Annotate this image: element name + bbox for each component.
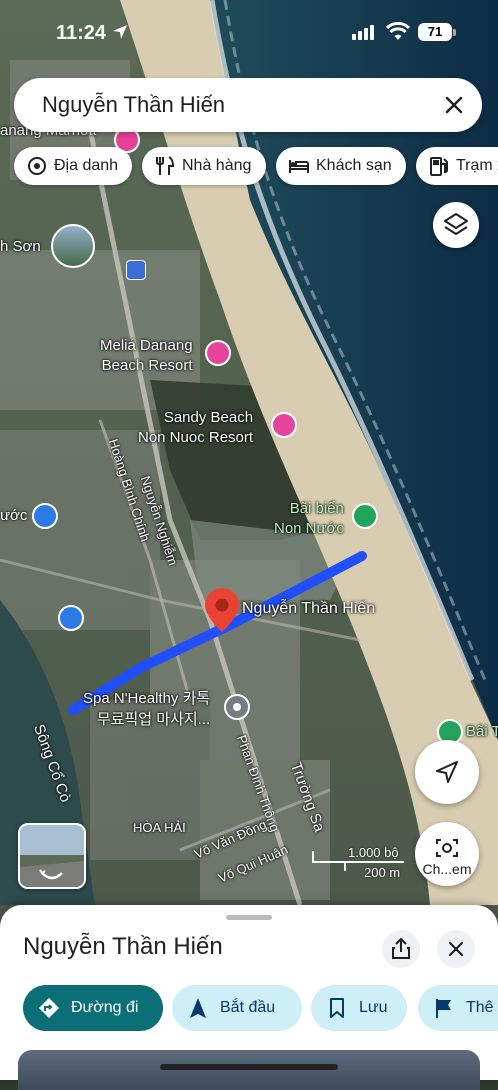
chip-label: Khách sạn (316, 157, 392, 174)
place-title: Nguyễn Thần Hiến (23, 933, 223, 960)
add-label-button[interactable]: Thê (418, 985, 498, 1031)
navigate-icon (190, 998, 206, 1018)
chip-label: Nhà hàng (182, 157, 252, 174)
flag-icon (436, 999, 451, 1018)
start-label: Bắt đầu (220, 999, 276, 1016)
start-button[interactable]: Bắt đầu (172, 985, 302, 1031)
wifi-icon (386, 22, 410, 40)
shopping-poi-icon-2[interactable] (58, 605, 84, 631)
map-label-son: h Sơn (0, 238, 41, 255)
chip-gas-stations[interactable]: Trạm x (416, 147, 498, 185)
spa-poi-icon[interactable] (224, 694, 250, 720)
restaurant-icon (156, 156, 175, 175)
battery-cap (453, 29, 456, 36)
map-scale: 1.000 bộ 200 m (312, 845, 412, 881)
status-time: 11:24 (56, 22, 107, 44)
chip-label: Trạm x (456, 157, 498, 174)
search-query[interactable]: Nguyễn Thần Hiến (42, 92, 225, 118)
close-sheet-button[interactable] (437, 930, 475, 968)
chip-hotels[interactable]: Khách sạn (276, 147, 406, 185)
map-label-hoa-hai: HÒA HẢI (133, 820, 186, 835)
street-view-image (20, 825, 84, 887)
beach-poi-icon[interactable] (352, 503, 378, 529)
place-bottom-sheet[interactable]: Nguyễn Thần Hiến Đường đi Bắt đầu Lưu Th… (0, 905, 498, 1090)
scale-imperial: 1.000 bộ (348, 845, 399, 860)
hotel-icon (289, 160, 309, 173)
lens-button-label: Ch...em (422, 861, 472, 877)
chip-landmarks[interactable]: Địa danh (14, 147, 132, 185)
directions-label: Đường đi (71, 999, 139, 1016)
home-indicator[interactable] (160, 1064, 338, 1070)
map-label-melia: Meliá Danang Beach Resort (100, 337, 193, 374)
pin-label: Nguyễn Thần Hiến (242, 600, 376, 617)
map-label-beach: Bãi biển Non Nước (274, 500, 344, 537)
save-label: Lưu (359, 999, 388, 1016)
lens-camera-button[interactable]: Ch...em (415, 822, 479, 886)
status-bar: 11:24 71 (0, 0, 498, 66)
shopping-poi-icon[interactable] (32, 503, 58, 529)
drag-handle[interactable] (226, 915, 272, 920)
battery-level: 71 (418, 23, 452, 41)
photo-poi-thumbnail[interactable] (51, 224, 95, 268)
chip-label: Địa danh (54, 157, 119, 174)
scale-tick-right (344, 861, 346, 871)
location-pin-icon[interactable] (205, 588, 239, 632)
melia-hotel-icon[interactable] (205, 340, 231, 366)
share-button[interactable] (382, 930, 420, 968)
layers-button[interactable] (433, 202, 479, 248)
close-icon[interactable] (440, 91, 468, 119)
my-location-button[interactable] (415, 740, 479, 804)
directions-button[interactable]: Đường đi (23, 985, 163, 1031)
save-button[interactable]: Lưu (311, 985, 407, 1031)
gas-station-icon (430, 157, 448, 176)
map-label-bai-t: Bãi T (466, 723, 498, 740)
layers-icon (444, 213, 468, 235)
scale-tick (312, 851, 314, 863)
bus-stop-icon[interactable] (126, 260, 146, 280)
cellular-signal-icon (352, 25, 374, 40)
close-icon (448, 941, 464, 957)
add-label-text: Thê (466, 999, 494, 1016)
scale-metric: 200 m (364, 865, 401, 880)
map-label-left-partial: ước (0, 507, 28, 524)
location-arrow-icon (113, 25, 127, 39)
street-view-thumbnail[interactable] (18, 823, 86, 889)
map-label-spa: Spa N'Healthy 카톡 무료픽업 마사지... (83, 690, 211, 728)
action-buttons: Đường đi Bắt đầu Lưu Thê (23, 985, 498, 1031)
map-label-sandy: Sandy Beach Non Nuoc Resort (138, 409, 254, 446)
navigation-arrow-icon (436, 761, 458, 783)
chip-restaurants[interactable]: Nhà hàng (142, 147, 266, 185)
bookmark-icon (330, 998, 344, 1018)
sandy-resort-icon[interactable] (271, 412, 297, 438)
search-bar[interactable]: Nguyễn Thần Hiến (14, 78, 482, 132)
share-icon (392, 937, 410, 959)
category-chips: Địa danh Nhà hàng Khách sạn Trạm x (14, 147, 498, 185)
place-photo-preview[interactable] (18, 1050, 480, 1090)
landmark-icon (28, 157, 46, 175)
directions-icon (39, 998, 59, 1018)
scale-bar (312, 861, 404, 863)
